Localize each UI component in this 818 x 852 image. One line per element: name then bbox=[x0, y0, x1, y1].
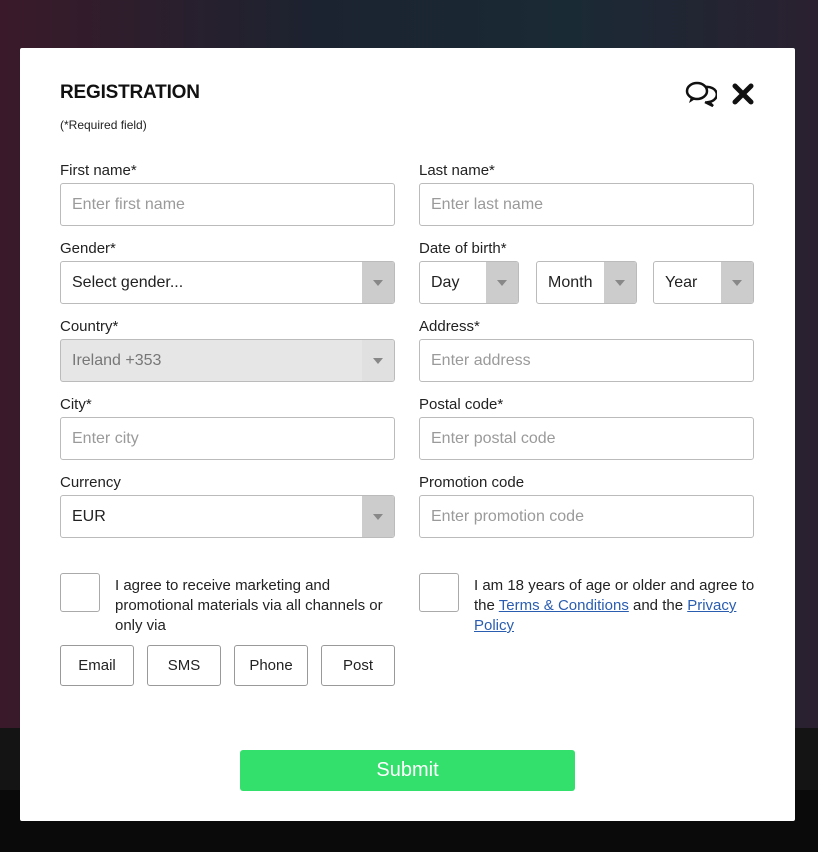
first-name-label: First name* bbox=[60, 162, 137, 179]
gender-select[interactable]: Select gender... bbox=[60, 261, 395, 304]
dob-month-select[interactable]: Month bbox=[536, 261, 637, 304]
city-input[interactable]: Enter city bbox=[60, 417, 395, 460]
currency-label: Currency bbox=[60, 474, 121, 491]
day-value: Day bbox=[431, 274, 460, 291]
age-terms-checkbox[interactable] bbox=[419, 573, 459, 612]
promo-code-label: Promotion code bbox=[419, 474, 525, 491]
last-name-label: Last name* bbox=[419, 162, 495, 179]
dob-year-select[interactable]: Year bbox=[653, 261, 754, 304]
marketing-checkbox[interactable] bbox=[60, 573, 100, 612]
gender-value: Select gender... bbox=[72, 274, 184, 291]
gender-label: Gender* bbox=[60, 240, 116, 257]
dob-label: Date of birth* bbox=[419, 240, 507, 257]
post-channel-button[interactable]: Post bbox=[321, 645, 395, 686]
country-value: Ireland +353 bbox=[72, 352, 162, 369]
last-name-input[interactable]: Enter last name bbox=[419, 183, 754, 226]
month-value: Month bbox=[548, 274, 593, 291]
age-terms-text: I am 18 years of age or older and agree … bbox=[474, 576, 764, 636]
year-value: Year bbox=[665, 274, 698, 291]
chevron-down-icon bbox=[486, 262, 518, 303]
chevron-down-icon bbox=[721, 262, 753, 303]
submit-button[interactable]: Submit bbox=[240, 750, 575, 791]
postal-code-input[interactable]: Enter postal code bbox=[419, 417, 754, 460]
phone-channel-button[interactable]: Phone bbox=[234, 645, 308, 686]
close-x-icon[interactable] bbox=[732, 83, 754, 110]
country-select[interactable]: Ireland +353 bbox=[60, 339, 395, 382]
chat-bubbles-icon[interactable] bbox=[685, 81, 719, 112]
email-channel-button[interactable]: Email bbox=[60, 645, 134, 686]
promo-code-input[interactable]: Enter promotion code bbox=[419, 495, 754, 538]
registration-modal: REGISTRATION (*Required field) First nam… bbox=[20, 48, 795, 821]
modal-title: REGISTRATION bbox=[60, 82, 200, 103]
marketing-text: I agree to receive marketing and promoti… bbox=[115, 577, 383, 634]
required-note: (*Required field) bbox=[60, 118, 147, 132]
first-name-input[interactable]: Enter first name bbox=[60, 183, 395, 226]
city-label: City* bbox=[60, 396, 92, 413]
terms-link[interactable]: Terms & Conditions bbox=[499, 597, 629, 614]
currency-select[interactable]: EUR bbox=[60, 495, 395, 538]
chevron-down-icon bbox=[604, 262, 636, 303]
sms-channel-button[interactable]: SMS bbox=[147, 645, 221, 686]
postal-code-label: Postal code* bbox=[419, 396, 504, 413]
currency-value: EUR bbox=[72, 508, 106, 525]
address-label: Address* bbox=[419, 318, 480, 335]
address-input[interactable]: Enter address bbox=[419, 339, 754, 382]
dob-day-select[interactable]: Day bbox=[419, 261, 519, 304]
chevron-down-icon bbox=[362, 262, 394, 303]
and-text: and the bbox=[633, 597, 684, 614]
chevron-down-icon bbox=[362, 340, 394, 381]
country-label: Country* bbox=[60, 318, 119, 335]
chevron-down-icon bbox=[362, 496, 394, 537]
